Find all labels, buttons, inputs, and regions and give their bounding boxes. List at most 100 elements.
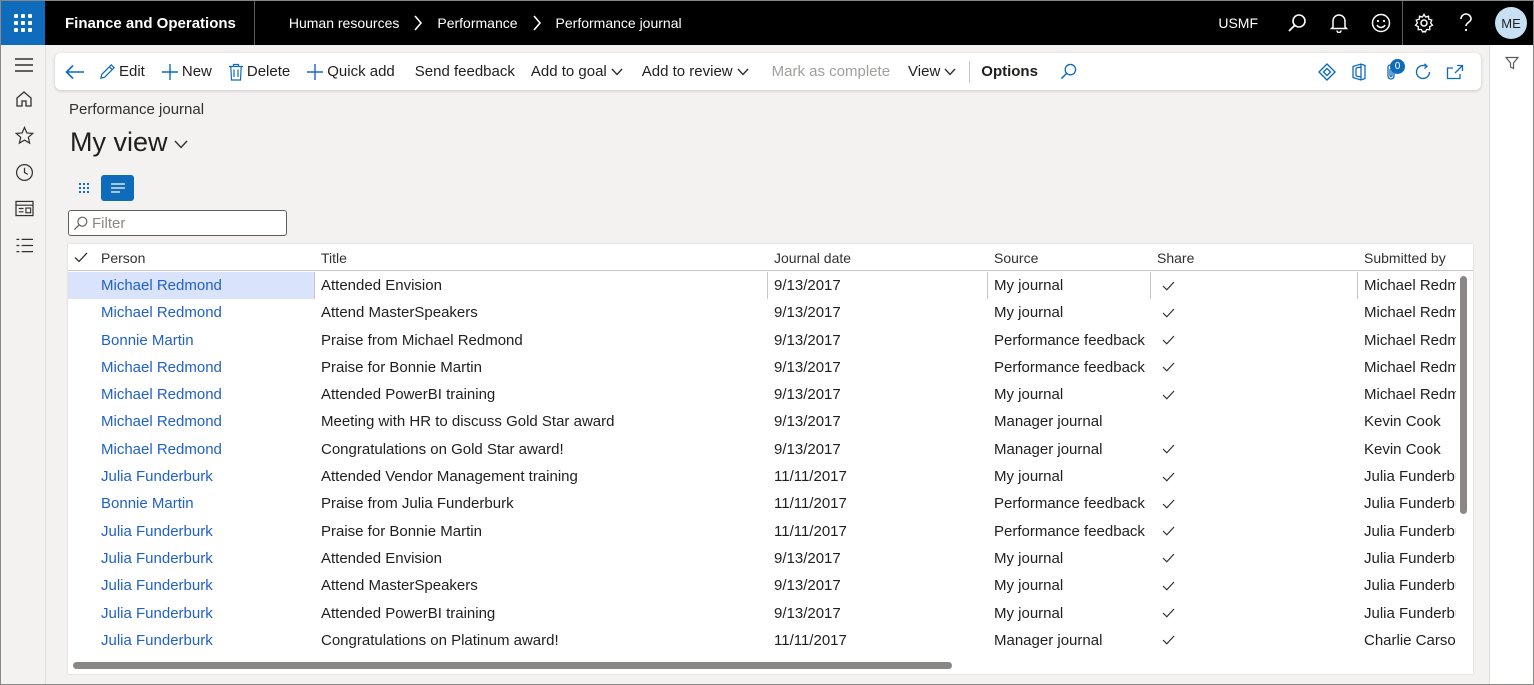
cell-journal-date: 9/13/2017 xyxy=(774,358,841,376)
power-apps-icon[interactable] xyxy=(1311,53,1343,90)
cell-title: Attended PowerBI training xyxy=(321,604,496,622)
table-row[interactable]: Julia Funderburk Attended PowerBI trainin… xyxy=(68,600,1460,627)
column-header-share[interactable]: Share xyxy=(1157,244,1194,271)
cell-person[interactable]: Bonnie Martin xyxy=(101,490,194,517)
hamburger-icon[interactable] xyxy=(13,54,35,76)
cell-share xyxy=(1162,381,1175,408)
table-row[interactable]: Julia Funderburk Attended Vendor Manageme… xyxy=(68,463,1460,490)
attachments-button[interactable]: 0 xyxy=(1375,53,1407,90)
checkmark-icon xyxy=(1162,463,1175,490)
table-row[interactable]: Michael Redmond Attended PowerBI training… xyxy=(68,381,1460,408)
vertical-scrollbar[interactable] xyxy=(1460,276,1467,514)
breadcrumb-human-resources[interactable]: Human resources xyxy=(289,15,400,31)
add-to-goal-label: Add to goal xyxy=(530,63,607,80)
view-selector[interactable]: My view xyxy=(70,127,188,158)
cell-submitted-by: Michael Redmond xyxy=(1364,331,1456,349)
avatar[interactable]: ME xyxy=(1495,7,1527,39)
cell-person[interactable]: Julia Funderburk xyxy=(101,600,213,627)
table-row[interactable]: Julia Funderburk Attended Envision 9/13/20… xyxy=(68,545,1460,572)
cell-person[interactable]: Michael Redmond xyxy=(101,436,222,463)
star-icon[interactable] xyxy=(13,124,35,146)
column-header-submitted-by[interactable]: Submitted by xyxy=(1364,244,1446,271)
cell-title: Attended Vendor Management training xyxy=(321,468,578,486)
search-icon[interactable] xyxy=(1276,1,1318,45)
cell-person[interactable]: Julia Funderburk xyxy=(101,545,213,572)
cell-person[interactable]: Julia Funderburk xyxy=(101,572,213,599)
refresh-icon[interactable] xyxy=(1407,53,1439,90)
open-in-new-window-icon[interactable] xyxy=(1439,53,1471,90)
cell-person[interactable]: Julia Funderburk xyxy=(101,463,213,490)
cell-submitted-by: Julia Funderburk xyxy=(1364,468,1456,486)
add-to-review-button[interactable]: Add to review xyxy=(634,53,760,90)
list-view-toggle[interactable] xyxy=(101,175,134,201)
table-row[interactable]: Julia Funderburk Attend MasterSpeakers 9/1… xyxy=(68,572,1460,599)
bell-icon[interactable] xyxy=(1318,1,1360,45)
back-button[interactable] xyxy=(55,53,91,90)
cell-person[interactable]: Julia Funderburk xyxy=(101,627,213,654)
breadcrumb-performance-journal[interactable]: Performance journal xyxy=(556,15,682,31)
horizontal-scrollbar[interactable] xyxy=(73,662,952,669)
cell-source: Performance feedback xyxy=(994,495,1145,513)
checkmark-icon xyxy=(1162,627,1175,654)
table-row[interactable]: Michael Redmond Attended Envision 9/13/201… xyxy=(68,272,1460,300)
new-button[interactable]: New xyxy=(153,53,220,90)
grid-dots-icon xyxy=(79,183,89,193)
quick-add-label: Quick add xyxy=(327,63,395,80)
column-header-journal-date[interactable]: Journal date xyxy=(774,244,851,271)
mark-as-complete-button[interactable]: Mark as complete xyxy=(760,53,900,90)
table-row[interactable]: Bonnie Martin Praise from Julia Funderbur… xyxy=(68,490,1460,517)
select-all-checkbox[interactable] xyxy=(74,244,88,271)
gear-icon[interactable] xyxy=(1403,1,1445,45)
view-menu-button[interactable]: View xyxy=(900,53,967,90)
delete-button[interactable]: Delete xyxy=(220,53,298,90)
cell-person[interactable]: Michael Redmond xyxy=(101,381,222,408)
smiley-icon[interactable] xyxy=(1360,1,1402,45)
workspace-icon[interactable] xyxy=(13,197,35,219)
waffle-icon xyxy=(14,14,32,32)
quick-add-button[interactable]: Quick add xyxy=(298,53,403,90)
table-row[interactable]: Michael Redmond Congratulations on Gold S… xyxy=(68,436,1460,463)
chevron-right-icon xyxy=(413,15,423,31)
app-launcher-button[interactable] xyxy=(1,1,45,45)
send-feedback-button[interactable]: Send feedback xyxy=(403,53,523,90)
app-title[interactable]: Finance and Operations xyxy=(45,1,255,45)
top-bar-right: USMF ME xyxy=(1218,1,1533,45)
grid-view-toggle[interactable] xyxy=(71,175,97,201)
view-label: View xyxy=(908,63,941,80)
cell-person[interactable]: Bonnie Martin xyxy=(101,327,194,354)
add-to-review-label: Add to review xyxy=(641,63,733,80)
cell-person[interactable]: Michael Redmond xyxy=(101,408,222,435)
column-header-source[interactable]: Source xyxy=(994,244,1038,271)
help-icon[interactable] xyxy=(1445,1,1487,45)
cell-submitted-by: Michael Redmond xyxy=(1364,358,1456,376)
modules-list-icon[interactable] xyxy=(13,234,35,256)
table-row[interactable]: Michael Redmond Praise for Bonnie Martin 9… xyxy=(68,354,1460,381)
checkmark-icon xyxy=(1162,381,1175,408)
breadcrumb-performance[interactable]: Performance xyxy=(437,15,517,31)
cell-person[interactable]: Michael Redmond xyxy=(101,299,222,326)
add-to-goal-button[interactable]: Add to goal xyxy=(523,53,634,90)
office-icon[interactable] xyxy=(1343,53,1375,90)
home-icon[interactable] xyxy=(13,88,35,110)
column-header-title[interactable]: Title xyxy=(321,244,347,271)
cell-person[interactable]: Julia Funderburk xyxy=(101,518,213,545)
cell-person[interactable]: Michael Redmond xyxy=(101,354,222,381)
cell-submitted-by: Michael Redmond xyxy=(1364,277,1456,294)
right-filter-pane xyxy=(1489,45,1533,684)
cell-person[interactable]: Michael Redmond xyxy=(101,272,222,299)
filter-icon[interactable] xyxy=(1504,56,1520,73)
delete-label: Delete xyxy=(246,63,291,80)
filter-input[interactable] xyxy=(92,214,272,232)
action-search-button[interactable] xyxy=(1046,53,1085,90)
table-row[interactable]: Michael Redmond Meeting with HR to discus… xyxy=(68,408,1460,435)
company-picker[interactable]: USMF xyxy=(1218,15,1258,31)
table-row[interactable]: Julia Funderburk Praise for Bonnie Martin… xyxy=(68,518,1460,545)
table-row[interactable]: Julia Funderburk Congratulations on Plati… xyxy=(68,627,1460,654)
clock-icon[interactable] xyxy=(13,161,35,183)
table-row[interactable]: Michael Redmond Attend MasterSpeakers 9/13… xyxy=(68,299,1460,326)
chevron-right-icon xyxy=(532,15,542,31)
options-tab[interactable]: Options xyxy=(972,53,1046,90)
table-row[interactable]: Bonnie Martin Praise from Michael Redmond… xyxy=(68,327,1460,354)
column-header-person[interactable]: Person xyxy=(101,244,145,271)
edit-button[interactable]: Edit xyxy=(91,53,153,90)
